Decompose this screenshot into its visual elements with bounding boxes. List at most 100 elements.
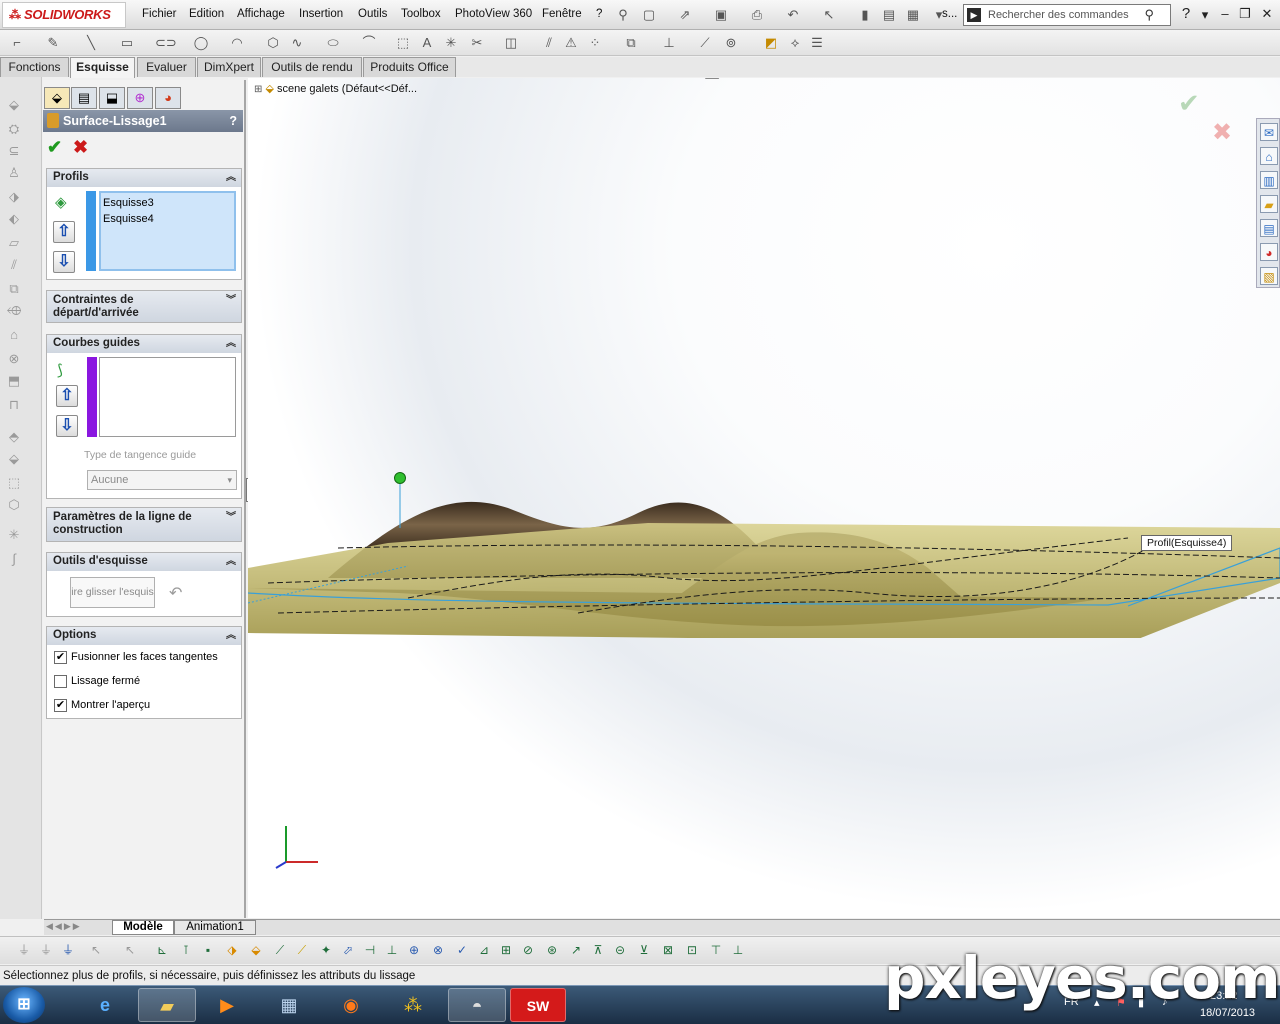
zoom-to-fit-icon[interactable]: ⊕ bbox=[612, 78, 628, 80]
dimxpert-manager-tab-icon[interactable]: ⊕ bbox=[127, 87, 153, 109]
previous-view-icon[interactable]: ↩ bbox=[656, 78, 672, 80]
appearances-icon[interactable]: ◕ bbox=[1260, 243, 1278, 261]
start-button[interactable]: ⊞ bbox=[3, 987, 45, 1023]
view-palette-icon[interactable]: ▤ bbox=[1260, 219, 1278, 237]
lissage-ferme-checkbox[interactable] bbox=[54, 675, 67, 688]
print-icon[interactable]: ⎙ bbox=[748, 6, 766, 24]
ok-button[interactable]: ✔ bbox=[47, 138, 62, 156]
instant-2d-icon[interactable]: ⟡ bbox=[786, 34, 804, 52]
filter-notes-icon[interactable]: ⊗ bbox=[430, 942, 446, 958]
group-parametres-header[interactable]: Paramètres de la ligne de construction ︾ bbox=[47, 508, 241, 541]
filter-midpoints-icon[interactable]: ⊣ bbox=[362, 942, 378, 958]
confirm-accept-icon[interactable]: ✔ bbox=[1178, 88, 1200, 119]
tab-outils-rendu[interactable]: Outils de rendu bbox=[262, 57, 362, 77]
viewport-split2-icon[interactable]: ◫ bbox=[1184, 78, 1194, 79]
display-style-icon[interactable]: ◧ bbox=[736, 78, 752, 80]
feature-manager-tab-icon[interactable]: ⬙ bbox=[44, 87, 70, 109]
filter-mates-icon[interactable]: ⊤ bbox=[708, 942, 724, 958]
command-search-input[interactable]: ▶ Rechercher des commandes ⚲ bbox=[963, 4, 1171, 26]
delete-face-icon[interactable]: ⊓ bbox=[6, 397, 22, 413]
calculator-icon[interactable]: ▦ bbox=[260, 988, 318, 1022]
menu-fenetre[interactable]: Fenêtre bbox=[542, 8, 582, 20]
guide-curves-list[interactable] bbox=[99, 357, 236, 437]
cancel-button[interactable]: ✖ bbox=[73, 138, 88, 156]
extrude-icon[interactable]: ⬙ bbox=[6, 97, 22, 113]
menu-edition[interactable]: Edition bbox=[189, 8, 224, 20]
gimp-icon[interactable]: ◓ bbox=[448, 988, 506, 1022]
filter-geom-tol-icon[interactable]: ⊘ bbox=[520, 942, 536, 958]
tab-dimxpert[interactable]: DimXpert bbox=[197, 57, 261, 77]
replace-face-icon[interactable]: ⬙ bbox=[6, 451, 22, 467]
rapid-sketch-icon[interactable]: ◩ bbox=[762, 34, 780, 52]
trim-surface-icon[interactable]: ⬲ bbox=[6, 303, 22, 319]
filter-blocks-icon[interactable]: ⊼ bbox=[590, 942, 606, 958]
filter-surface-bodies-icon[interactable]: ⬗ bbox=[224, 942, 240, 958]
hide-show-icon[interactable]: 👁 bbox=[764, 78, 781, 80]
trim-icon[interactable]: ✂ bbox=[468, 34, 486, 52]
collapse-icon[interactable]: ︽ bbox=[226, 553, 236, 570]
text-icon[interactable]: A bbox=[418, 34, 436, 52]
undo-icon[interactable]: ↶ bbox=[784, 6, 802, 24]
fillet-icon[interactable]: ⌒ bbox=[360, 34, 378, 52]
section-view-icon[interactable]: ▣ bbox=[680, 78, 696, 80]
collapse-icon[interactable]: ︽ bbox=[226, 335, 236, 352]
loft-icon[interactable]: ♙ bbox=[6, 165, 22, 181]
solidworks-logo[interactable]: ⁂ SOLIDWORKS bbox=[2, 2, 126, 28]
viewport-restore-icon[interactable]: ❐ bbox=[1228, 78, 1238, 79]
filter-centers-icon[interactable]: ⊥ bbox=[384, 942, 400, 958]
filter-clear-icon[interactable]: ⏚ bbox=[38, 942, 54, 958]
linear-pattern-icon[interactable]: ⁘ bbox=[586, 34, 604, 52]
move-down-button[interactable]: ⇩ bbox=[53, 251, 75, 273]
loft-surface-preview[interactable] bbox=[248, 408, 1280, 638]
tab-modele[interactable]: Modèle bbox=[112, 920, 174, 935]
view-orientation-icon[interactable]: ⬛ bbox=[704, 78, 720, 80]
profile-item[interactable]: Esquisse3 bbox=[103, 195, 232, 211]
display-manager-tab-icon[interactable]: ◕ bbox=[155, 87, 181, 109]
extend-surface-icon[interactable]: ⌂ bbox=[6, 327, 22, 343]
filter-sketch-points-icon[interactable]: ✦ bbox=[318, 942, 334, 958]
filter-select-icon[interactable]: ↖ bbox=[88, 942, 104, 958]
move-face-icon[interactable]: ⬘ bbox=[6, 429, 22, 445]
property-manager-tab-icon[interactable]: ▤ bbox=[71, 87, 97, 109]
filter-sketch-segments-icon[interactable]: ⬀ bbox=[340, 942, 356, 958]
filter-balloon-icon[interactable]: ⊛ bbox=[544, 942, 560, 958]
guide-move-up-button[interactable]: ⇧ bbox=[56, 385, 78, 407]
ruled-surface-icon[interactable]: ⫽ bbox=[6, 257, 22, 273]
zoom-area-icon[interactable]: ⊞ bbox=[634, 78, 650, 80]
tab-animation[interactable]: Animation1 bbox=[174, 920, 256, 935]
tab-produits-office[interactable]: Produits Office bbox=[363, 57, 456, 77]
file-explorer-icon[interactable]: ▰ bbox=[1260, 195, 1278, 213]
menu-help[interactable]: ? bbox=[596, 8, 602, 20]
collapse-icon[interactable]: ︽ bbox=[226, 169, 236, 186]
filter-cosmetic-thread-icon[interactable]: ↗ bbox=[568, 942, 584, 958]
viewport-split-icon[interactable]: ◫ bbox=[1162, 78, 1172, 79]
menu-outils[interactable]: Outils bbox=[358, 8, 387, 20]
drag-sketch-button[interactable]: ire glisser l'esquis bbox=[70, 577, 155, 608]
offset-icon[interactable]: ⫽ bbox=[540, 34, 558, 52]
minimize-icon[interactable]: – bbox=[1216, 5, 1234, 23]
group-contraintes-header[interactable]: Contraintes de départ/d'arrivée ︾ bbox=[47, 291, 241, 322]
filter-weld-bead-icon[interactable]: ⊻ bbox=[636, 942, 652, 958]
search-icon[interactable]: ⚲ bbox=[1144, 5, 1154, 25]
sweep-icon[interactable]: ⊆ bbox=[6, 143, 22, 159]
solidworks-taskbar-icon[interactable]: SW bbox=[510, 988, 566, 1022]
cut-surface-icon[interactable]: ⬡ bbox=[6, 497, 22, 513]
plane-icon[interactable]: ⬚ bbox=[394, 34, 412, 52]
spline-icon[interactable]: ∿ bbox=[288, 34, 306, 52]
boundary-icon[interactable]: ⬗ bbox=[6, 189, 22, 205]
planar-surface-icon[interactable]: ⬖ bbox=[6, 211, 22, 227]
group-options-header[interactable]: Options ︽ bbox=[47, 627, 241, 645]
help-button[interactable]: ? bbox=[229, 110, 237, 132]
graphics-area[interactable]: ⊞ ⬙ scene galets (Défaut<<Déf... ⊕ ⊞ ↩ ▣… bbox=[248, 78, 1280, 918]
filter-ref-icon[interactable]: ⊥ bbox=[730, 942, 746, 958]
view-settings-icon[interactable]: ▤ bbox=[860, 78, 876, 80]
fill-surface-icon[interactable]: ⧉ bbox=[6, 281, 22, 297]
toolbar-overflow-icon[interactable]: ☰ bbox=[808, 34, 826, 52]
internet-explorer-icon[interactable]: e bbox=[76, 988, 134, 1022]
polygon-icon[interactable]: ⬡ bbox=[264, 34, 282, 52]
montrer-apercu-checkbox[interactable]: ✔ bbox=[54, 699, 67, 712]
help-dropdown-icon[interactable]: ▾ bbox=[1196, 6, 1214, 24]
knit-surface-icon[interactable]: ⊗ bbox=[6, 351, 22, 367]
filter-axes-icon[interactable]: ⟋ bbox=[272, 942, 288, 958]
point-icon[interactable]: ✳ bbox=[442, 34, 460, 52]
